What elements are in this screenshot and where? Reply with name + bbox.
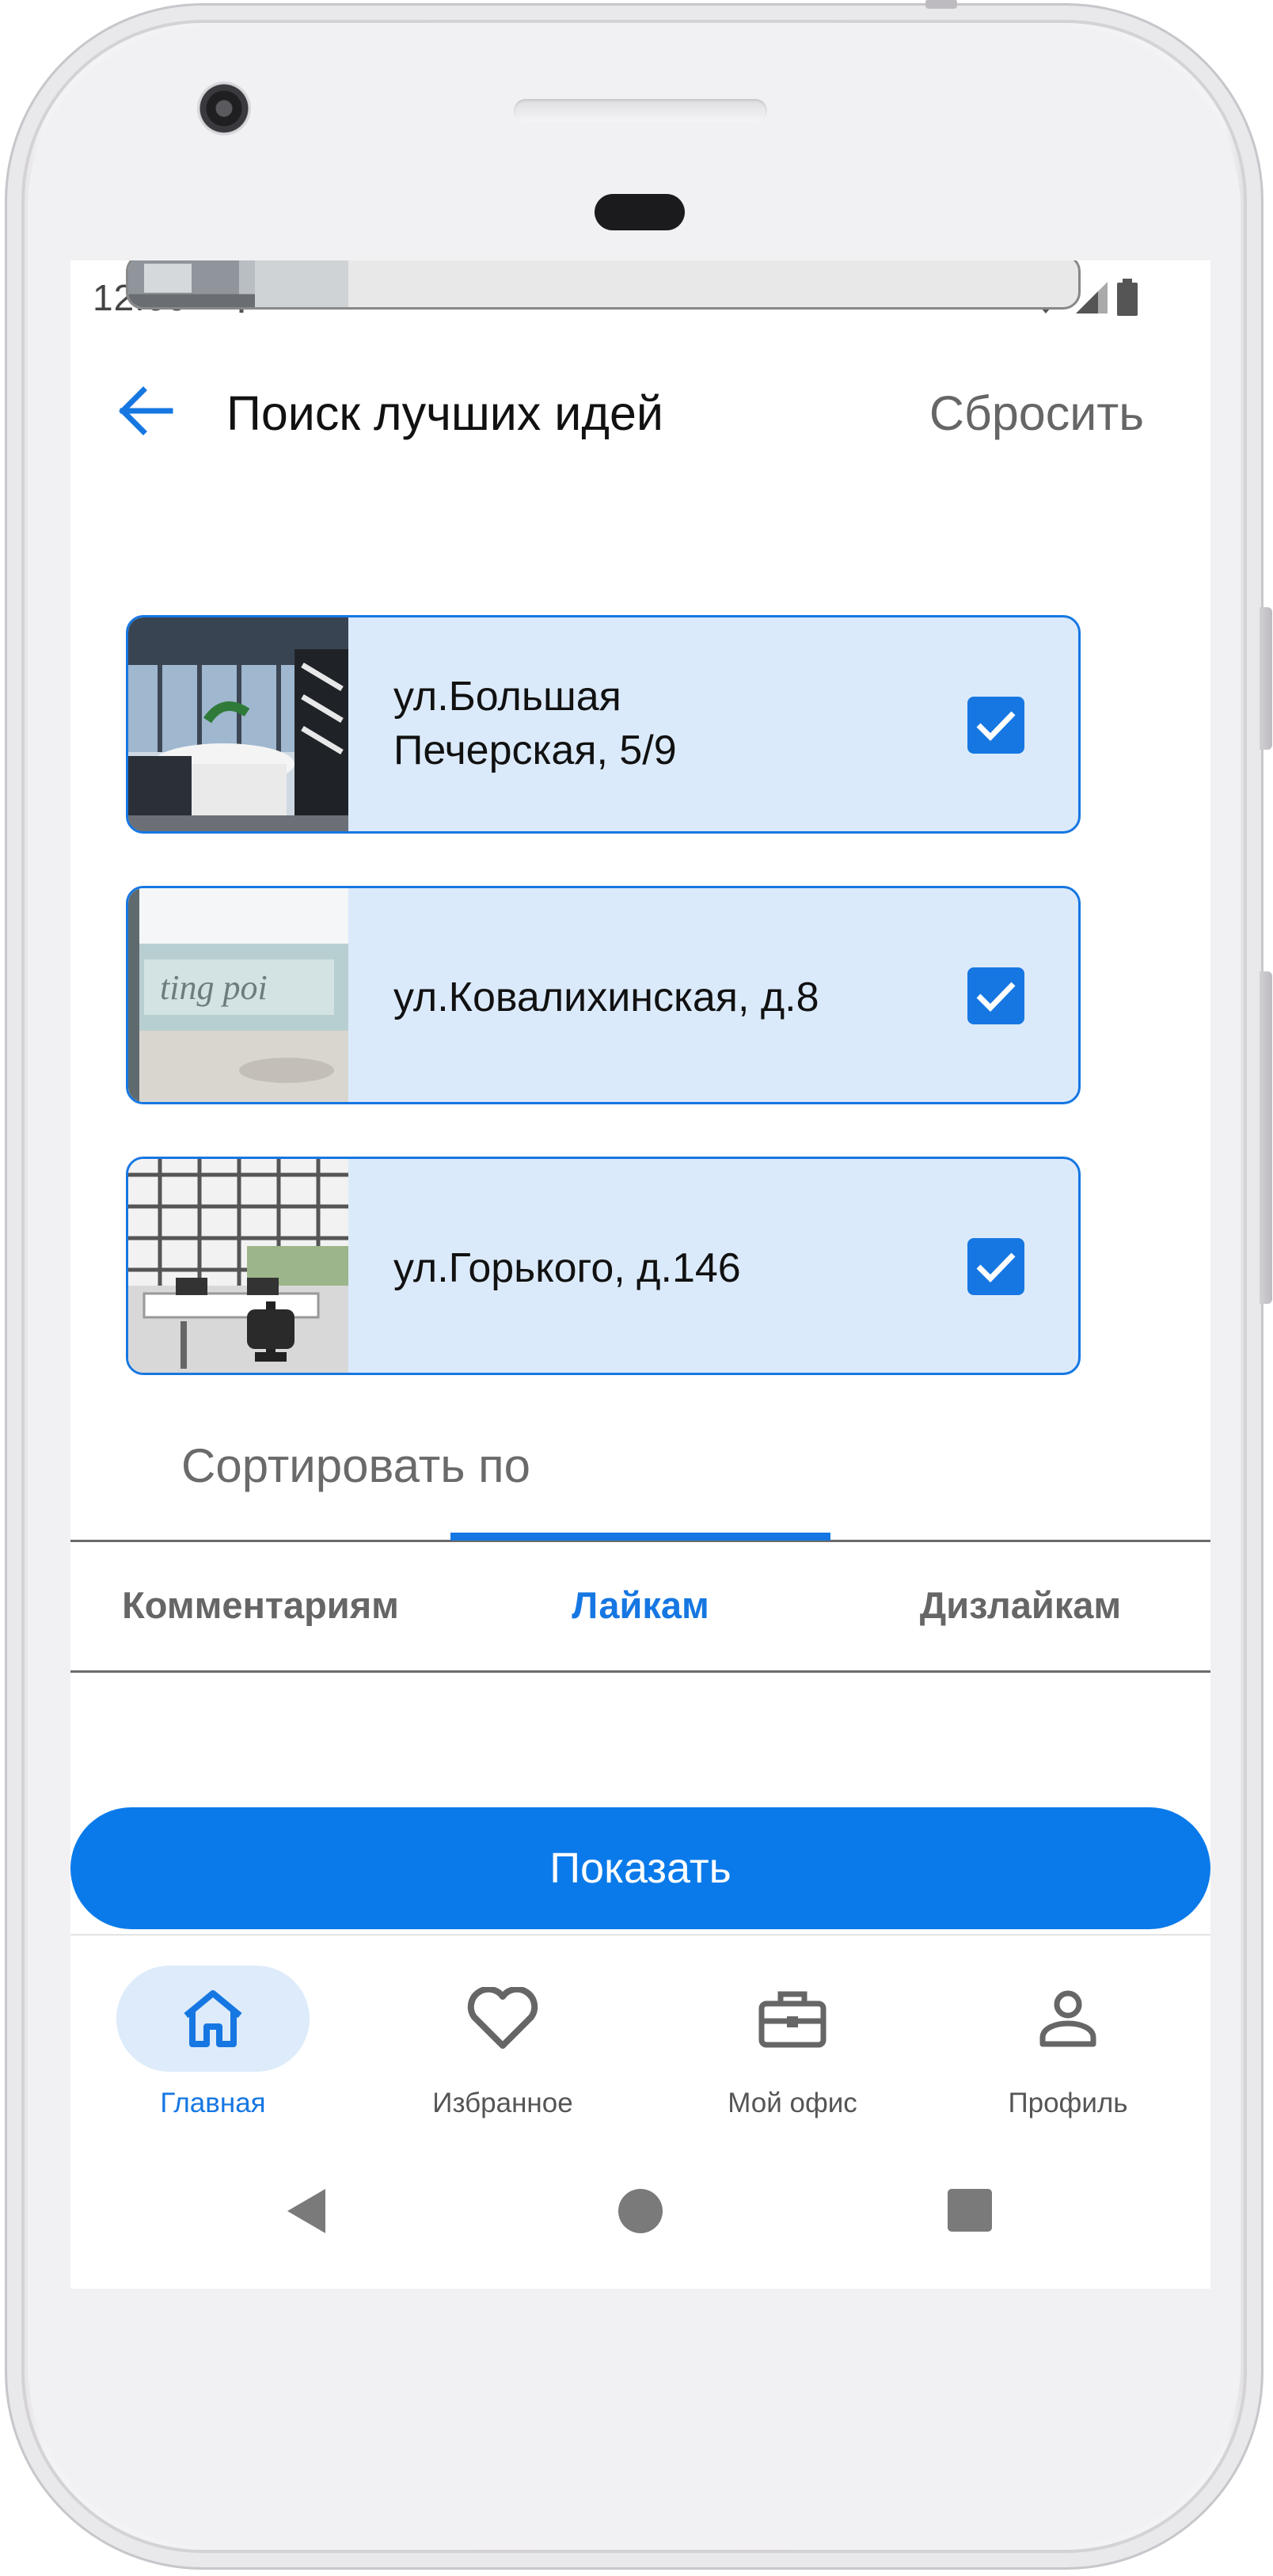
office-checkbox[interactable] bbox=[967, 967, 1024, 1024]
active-tab-indicator bbox=[450, 1533, 830, 1541]
system-home-button[interactable] bbox=[618, 2189, 663, 2233]
back-button[interactable] bbox=[112, 378, 178, 444]
nav-favorites[interactable]: Избранное bbox=[360, 1966, 645, 2119]
volume-button bbox=[1260, 607, 1272, 750]
briefcase-icon bbox=[758, 1991, 826, 2048]
screen: 12:00 bbox=[70, 260, 1210, 2289]
office-photo: ting poi bbox=[128, 888, 348, 1102]
nav-my-office-pill bbox=[696, 1966, 889, 2072]
reset-button[interactable]: Сбросить bbox=[929, 386, 1144, 441]
proximity-sensor bbox=[595, 194, 685, 230]
nav-label: Избранное bbox=[432, 2088, 573, 2118]
tab-comments[interactable]: Комментариям bbox=[70, 1583, 450, 1627]
nav-my-office[interactable]: Мой офис bbox=[650, 1966, 935, 2119]
check-icon bbox=[976, 982, 1016, 1012]
office-photo bbox=[128, 617, 348, 831]
heart-icon bbox=[467, 1987, 538, 2049]
phone-frame: 12:00 bbox=[5, 0, 1272, 2570]
bottom-navigation: Главная Избранное Мой офис Профиль bbox=[70, 1934, 1210, 2140]
office-card-kovalikhinskaya[interactable]: ting poi ул.Ковалихинская, д.8 bbox=[126, 886, 1081, 1104]
battery-icon bbox=[1117, 279, 1138, 316]
front-camera bbox=[197, 82, 251, 135]
system-recents-button[interactable] bbox=[948, 2189, 992, 2232]
nav-label: Профиль bbox=[1008, 2088, 1128, 2118]
system-back-icon[interactable] bbox=[284, 2186, 329, 2236]
earpiece-speaker bbox=[514, 99, 767, 123]
tab-likes[interactable]: Лайкам bbox=[450, 1583, 830, 1627]
check-icon bbox=[976, 711, 1016, 741]
page-title: Поиск лучших идей bbox=[226, 386, 663, 440]
system-navigation bbox=[70, 2140, 1210, 2289]
phone-top-slot bbox=[925, 0, 957, 9]
office-card-bolshaya-pecherskaya[interactable]: ул.Большая Печерская, 5/9 bbox=[126, 615, 1081, 834]
office-checkbox[interactable] bbox=[967, 697, 1024, 754]
nav-home-pill bbox=[116, 1966, 310, 2072]
office-photo bbox=[128, 1159, 348, 1373]
office-address: ул.Большая Печерская, 5/9 bbox=[393, 674, 677, 773]
arrow-left-icon bbox=[119, 386, 173, 435]
office-photo bbox=[128, 260, 348, 307]
show-button[interactable]: Показать bbox=[70, 1807, 1210, 1929]
person-icon bbox=[1039, 1990, 1096, 2047]
office-card-gorkogo[interactable]: ул.Горького, д.146 bbox=[126, 1157, 1081, 1375]
power-button bbox=[1260, 971, 1272, 1304]
sort-title: Сортировать по bbox=[181, 1439, 531, 1492]
nav-favorites-pill bbox=[406, 1966, 599, 2072]
nav-home[interactable]: Главная bbox=[70, 1966, 355, 2119]
tab-dislikes[interactable]: Дизлайкам bbox=[830, 1583, 1210, 1627]
sort-tabs: Комментариям Лайкам Дизлайкам bbox=[70, 1533, 1210, 1673]
nav-label: Мой офис bbox=[728, 2088, 857, 2118]
office-address: ул.Ковалихинская, д.8 bbox=[393, 975, 819, 1020]
nav-label: Главная bbox=[160, 2088, 266, 2118]
office-checkbox[interactable] bbox=[967, 1238, 1024, 1295]
office-card-partial[interactable] bbox=[126, 260, 1081, 310]
nav-profile-pill bbox=[971, 1966, 1165, 2072]
nav-profile[interactable]: Профиль bbox=[925, 1966, 1210, 2119]
home-icon bbox=[184, 1990, 242, 2047]
svg-text:ting poi: ting poi bbox=[160, 968, 268, 1007]
office-address: ул.Горького, д.146 bbox=[393, 1245, 741, 1291]
app-bar: Поиск лучших идей Сбросить bbox=[70, 340, 1210, 474]
check-icon bbox=[976, 1252, 1016, 1282]
